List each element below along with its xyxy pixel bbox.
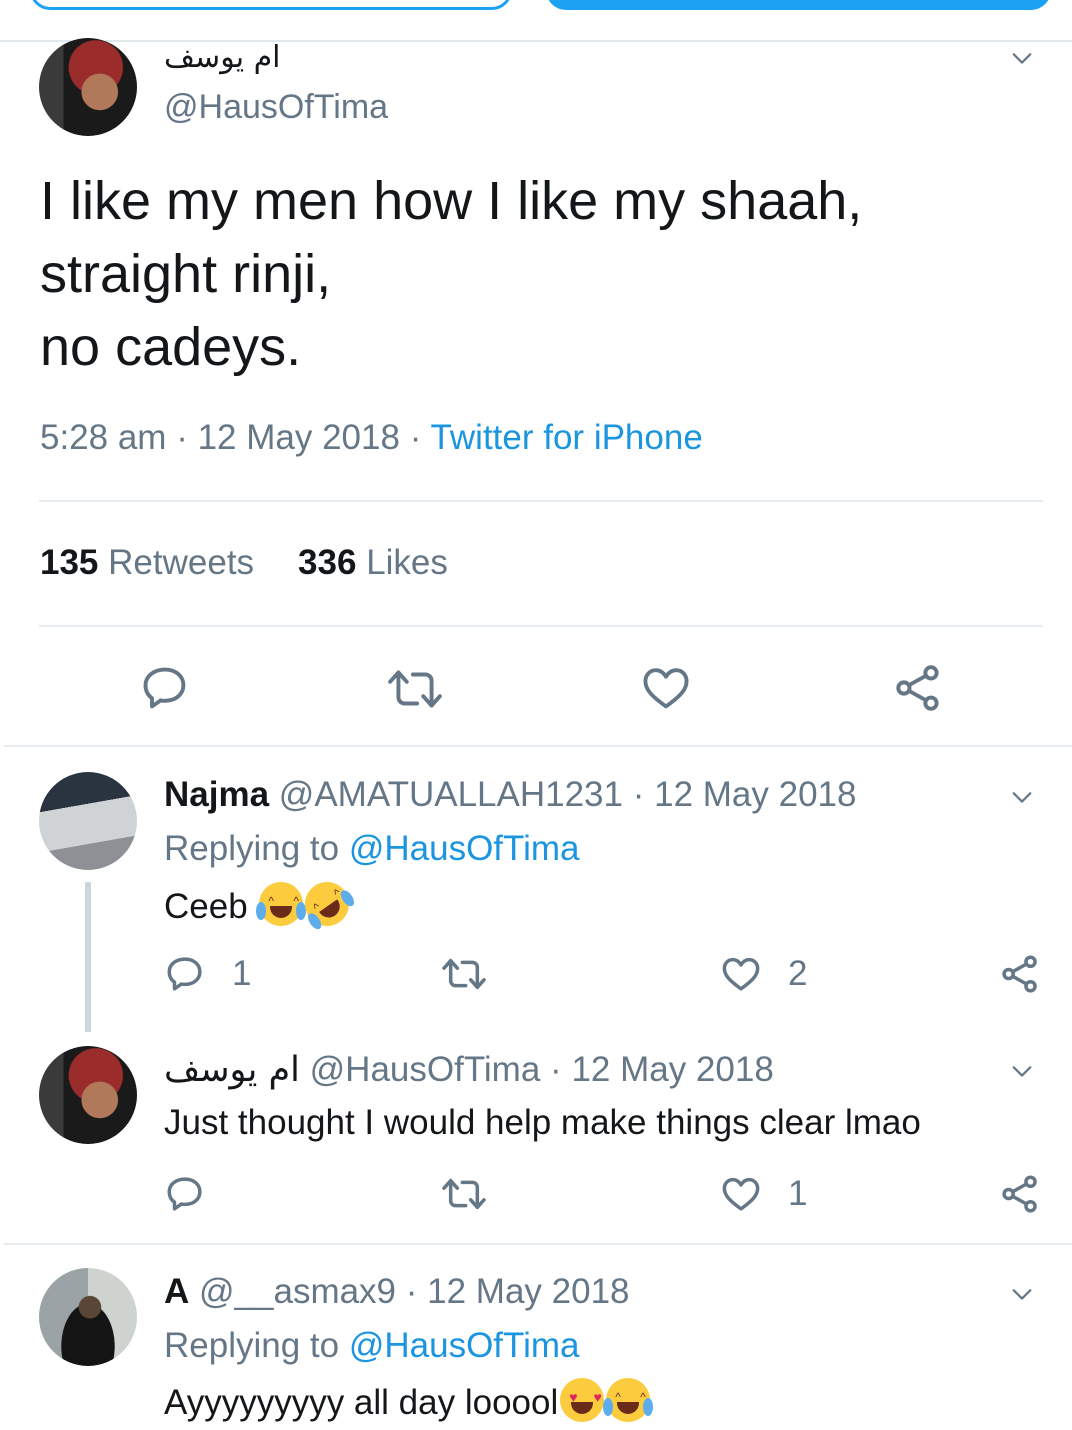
replying-to-handle[interactable]: @HausOfTima: [349, 1326, 580, 1365]
divider: [4, 745, 1072, 747]
top-filled-button[interactable]: [546, 0, 1051, 10]
retweets-label: Retweets: [108, 543, 255, 582]
author-display-name[interactable]: ام يوسف: [164, 40, 280, 75]
chevron-down-icon[interactable]: [1011, 1283, 1033, 1305]
chevron-down-icon[interactable]: [1011, 47, 1033, 69]
reply-text: Just thought I would help make things cl…: [164, 1103, 921, 1142]
likes-stat[interactable]: 336 Likes: [298, 543, 448, 582]
author-handle[interactable]: @HausOfTima: [164, 88, 388, 127]
divider: [39, 500, 1043, 502]
reply-icon[interactable]: [139, 662, 191, 714]
tears-of-joy-emoji: ^ ^: [603, 1378, 654, 1422]
reply-header: A @__asmax9 · 12 May 2018: [164, 1272, 630, 1312]
like-icon[interactable]: [639, 662, 693, 714]
meta-separator: ·: [405, 1272, 428, 1311]
retweet-icon[interactable]: [386, 664, 444, 714]
meta-separator: ·: [176, 418, 198, 457]
reply-date[interactable]: 12 May 2018: [571, 1050, 773, 1089]
divider: [4, 1243, 1072, 1245]
tweet-stats: 135 Retweets 336 Likes: [40, 543, 448, 583]
reply-author-name[interactable]: A: [164, 1272, 189, 1311]
meta-separator: ·: [409, 418, 431, 457]
rofl-emoji: ^ ^: [296, 873, 359, 935]
reply-text-content: Ayyyyyyyyy all day looool: [164, 1383, 559, 1422]
retweet-icon[interactable]: [440, 954, 488, 994]
like-count: 1: [788, 1174, 808, 1213]
reply-text: Ayyyyyyyyy all day looool ♥ ♥ ^ ^: [164, 1378, 654, 1423]
likes-label: Likes: [366, 543, 448, 582]
avatar[interactable]: [39, 1046, 137, 1144]
replying-to-handle[interactable]: @HausOfTima: [349, 829, 580, 868]
share-icon[interactable]: [998, 1173, 1042, 1215]
top-outline-button[interactable]: [30, 0, 512, 10]
reply-header: ام يوسف @HausOfTima · 12 May 2018: [164, 1050, 774, 1090]
retweets-count: 135: [40, 543, 99, 582]
reply-text: Ceeb ^ ^ ^ ^: [164, 873, 359, 935]
meta-separator: ·: [550, 1050, 572, 1089]
likes-count: 336: [298, 543, 357, 582]
reply-icon[interactable]: [163, 953, 207, 995]
meta-separator: ·: [632, 775, 655, 814]
share-icon[interactable]: [891, 662, 945, 714]
like-icon[interactable]: [719, 1173, 763, 1215]
reply-date[interactable]: 12 May 2018: [427, 1272, 629, 1311]
avatar[interactable]: [39, 1268, 137, 1366]
divider: [39, 625, 1043, 627]
reply-date[interactable]: 12 May 2018: [654, 775, 856, 814]
retweet-icon[interactable]: [440, 1174, 488, 1214]
tweet-text: I like my men how I like my shaah, strai…: [40, 171, 863, 377]
reply-author-name[interactable]: ام يوسف: [164, 1050, 300, 1090]
reply-author-handle[interactable]: @__asmax9: [199, 1272, 396, 1311]
replying-to-prefix: Replying to: [164, 829, 340, 868]
replying-to: Replying to @HausOfTima: [164, 1326, 580, 1366]
tweet-time: 5:28 am: [40, 418, 167, 457]
thread-connector: [85, 882, 91, 1032]
tears-of-joy-emoji: ^ ^: [256, 882, 307, 926]
chevron-down-icon[interactable]: [1011, 786, 1033, 808]
tweet-date: 12 May 2018: [197, 418, 400, 457]
reply-count: 1: [232, 954, 252, 993]
reply-text-content: Ceeb: [164, 887, 248, 926]
tweet-meta: 5:28 am · 12 May 2018 · Twitter for iPho…: [40, 418, 703, 458]
avatar[interactable]: [39, 772, 137, 870]
reply-header: Najma @AMATUALLAH1231 · 12 May 2018: [164, 775, 857, 815]
avatar[interactable]: [39, 38, 137, 136]
top-divider: [0, 40, 1072, 42]
reply-author-handle[interactable]: @HausOfTima: [310, 1050, 541, 1089]
retweets-stat[interactable]: 135 Retweets: [40, 543, 254, 582]
share-icon[interactable]: [998, 953, 1042, 995]
chevron-down-icon[interactable]: [1011, 1060, 1033, 1082]
like-count: 2: [788, 954, 808, 993]
reply-author-name[interactable]: Najma: [164, 775, 269, 814]
tweet-source-link[interactable]: Twitter for iPhone: [430, 418, 702, 457]
like-icon[interactable]: [719, 953, 763, 995]
reply-icon[interactable]: [163, 1173, 207, 1215]
replying-to: Replying to @HausOfTima: [164, 829, 580, 869]
heart-eyes-emoji: ♥ ♥: [560, 1378, 605, 1422]
reply-author-handle[interactable]: @AMATUALLAH1231: [279, 775, 623, 814]
replying-to-prefix: Replying to: [164, 1326, 340, 1365]
